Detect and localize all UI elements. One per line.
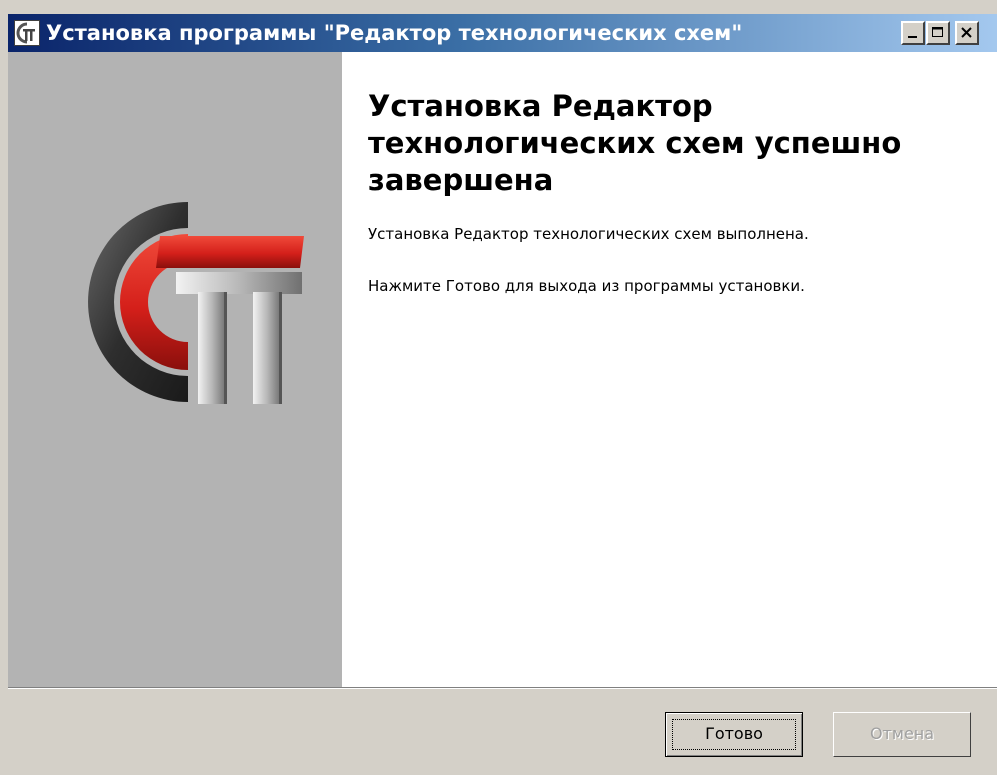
cancel-button[interactable]: Отмена (833, 712, 971, 757)
window-title: Установка программы "Редактор технологич… (46, 21, 743, 45)
divider (8, 687, 997, 689)
side-panel (8, 52, 342, 687)
close-button[interactable] (955, 21, 979, 45)
finish-button[interactable]: Готово (665, 712, 803, 757)
installer-window: Установка программы "Редактор технологич… (0, 0, 997, 775)
app-icon[interactable] (14, 20, 40, 46)
cst-logo (88, 202, 304, 404)
content-area: Установка Редактор технологических схем … (342, 52, 997, 687)
completion-message: Установка Редактор технологических схем … (368, 225, 809, 243)
maximize-button[interactable] (926, 21, 950, 45)
title-bar[interactable]: Установка программы "Редактор технологич… (8, 14, 997, 52)
finish-button-label: Готово (705, 724, 763, 743)
minimize-icon (908, 36, 917, 38)
close-icon (961, 27, 972, 38)
page-title: Установка Редактор технологических схем … (368, 89, 902, 197)
maximize-icon (932, 27, 943, 37)
exit-instruction: Нажмите Готово для выхода из программы у… (368, 277, 805, 295)
cancel-button-label: Отмена (869, 724, 935, 743)
minimize-button[interactable] (901, 21, 925, 45)
